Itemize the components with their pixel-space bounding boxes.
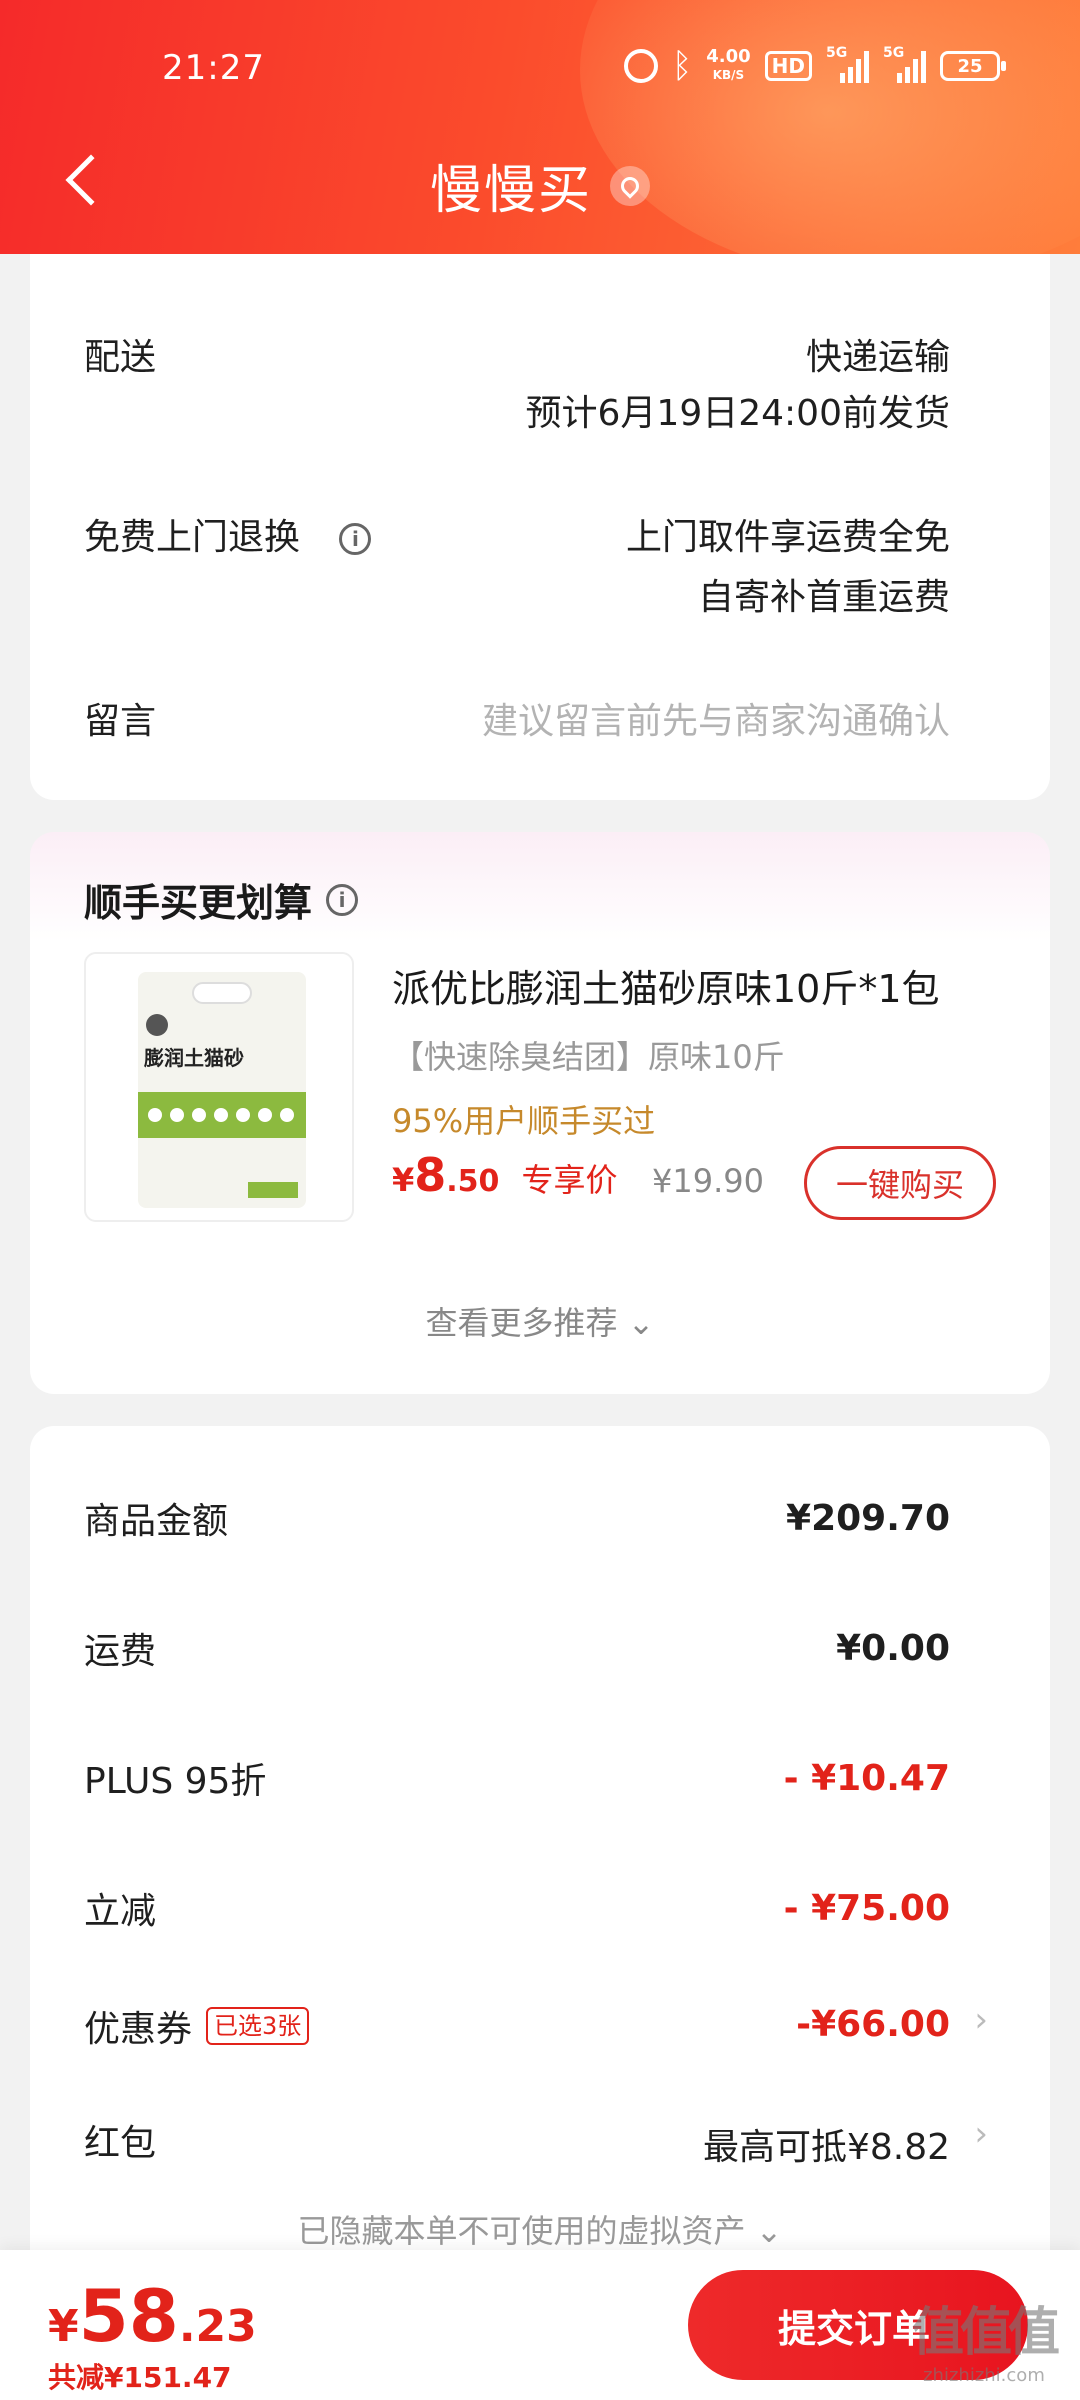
bag-title: 膨润土猫砂: [144, 1046, 244, 1070]
info-icon[interactable]: i: [339, 523, 372, 555]
return-label: 免费上门退换: [84, 517, 301, 558]
total-dec: .23: [178, 2301, 257, 2352]
net-speed: 4.00 KB/S: [706, 48, 750, 84]
freight-value: ¥0.00: [836, 1628, 950, 1669]
more-recommendations-link[interactable]: 查看更多推荐 ⌄: [30, 1298, 1050, 1344]
signal-icon: 5G: [826, 45, 869, 83]
status-time: 21:27: [162, 48, 265, 88]
total-int: 58: [78, 2274, 179, 2358]
chevron-right-icon[interactable]: ›: [974, 2000, 988, 2040]
one-click-buy-button[interactable]: 一键购买: [804, 1146, 996, 1220]
product-image[interactable]: 膨润土猫砂: [84, 952, 354, 1222]
bluetooth-icon: ᛒ: [671, 46, 693, 86]
redpacket-value[interactable]: 最高可抵¥8.82: [703, 2118, 950, 2170]
signal-icon-2: 5G: [883, 45, 926, 83]
price-int: 8: [414, 1148, 447, 1202]
shipping-label: 配送: [84, 337, 157, 378]
delivery-card: 配送 快递运输 预计6月19日24:00前发货 免费上门退换 i 上门取件享运费…: [30, 254, 1050, 800]
shipping-method[interactable]: 快递运输: [806, 328, 950, 380]
hd-voice-icon: HD: [764, 51, 812, 81]
battery-icon: 25: [940, 51, 1006, 81]
signal2-label: 5G: [883, 45, 905, 61]
net-speed-value: 4.00: [706, 46, 751, 67]
watermark: 值值值 zhizhizhi.com: [911, 2290, 1060, 2386]
product-note: 95%用户顺手买过: [392, 1102, 656, 1140]
price-symbol: ¥: [392, 1161, 415, 1199]
page-title: 慢慢买: [0, 148, 1080, 223]
message-input[interactable]: 建议留言前先与商家沟通确认: [482, 692, 950, 744]
instant-discount-label: 立减: [84, 1891, 157, 1932]
goods-amount-label: 商品金额: [84, 1501, 229, 1542]
price-label: 专享价: [521, 1161, 618, 1199]
addon-card: 顺手买更划算 i 膨润土猫砂 派优比膨润土猫砂原味10斤*1包 【快速除臭结团】…: [30, 832, 1050, 1394]
plus-discount-label: PLUS 95折: [84, 1761, 267, 1802]
product-name[interactable]: 派优比膨润土猫砂原味10斤*1包: [392, 958, 940, 1013]
watermark-url: zhizhizhi.com: [923, 2365, 1045, 2386]
addon-title: 顺手买更划算: [84, 881, 313, 925]
hidden-assets-note[interactable]: 已隐藏本单不可使用的虚拟资产 ⌄: [30, 2206, 1050, 2252]
location-pin-icon[interactable]: [610, 165, 650, 206]
info-icon[interactable]: i: [326, 883, 359, 916]
total-price: ¥ 58 .23: [48, 2274, 257, 2358]
alarm-icon: [623, 49, 658, 83]
total-saved: 共减¥151.47: [48, 2361, 232, 2394]
price-dec: .50: [446, 1164, 500, 1199]
header: 21:27 ᛒ 4.00 KB/S HD 5G 5G 25 慢慢买: [0, 0, 1080, 254]
return-line2: 自寄补首重运费: [697, 577, 950, 618]
return-line1: 上门取件享运费全免: [625, 517, 950, 558]
coupon-value[interactable]: -¥66.00: [796, 2004, 950, 2045]
goods-amount-value: ¥209.70: [786, 1498, 950, 1539]
addon-title-row: 顺手买更划算 i: [84, 872, 359, 927]
return-row-label: 免费上门退换 i: [84, 508, 372, 560]
watermark-logo: 值值值: [911, 2303, 1060, 2363]
freight-label: 运费: [84, 1631, 157, 1672]
instant-discount-value: - ¥75.00: [783, 1888, 950, 1929]
chevron-right-icon[interactable]: ›: [974, 2114, 988, 2154]
signal1-label: 5G: [826, 45, 848, 61]
status-icons: ᛒ 4.00 KB/S HD 5G 5G 25: [623, 45, 1006, 86]
total-symbol: ¥: [48, 2301, 79, 2352]
product-spec: 【快速除臭结团】原味10斤: [392, 1038, 785, 1076]
shipping-eta: 预计6月19日24:00前发货: [525, 393, 950, 434]
cat-litter-bag-illustration: 膨润土猫砂: [138, 972, 306, 1208]
plus-discount-value: - ¥10.47: [783, 1758, 950, 1799]
status-bar: 21:27 ᛒ 4.00 KB/S HD 5G 5G 25: [0, 40, 1080, 100]
coupon-row-label: 优惠券 已选3张: [84, 2000, 310, 2052]
product-price: ¥ 8 .50 专享价: [392, 1148, 617, 1202]
message-label: 留言: [84, 701, 157, 742]
page-title-text: 慢慢买: [429, 161, 592, 221]
coupon-badge: 已选3张: [206, 2007, 310, 2045]
redpacket-label: 红包: [84, 2123, 157, 2164]
net-speed-unit: KB/S: [712, 68, 745, 82]
original-price: ¥19.90: [652, 1162, 764, 1200]
coupon-label: 优惠券: [84, 2009, 193, 2050]
